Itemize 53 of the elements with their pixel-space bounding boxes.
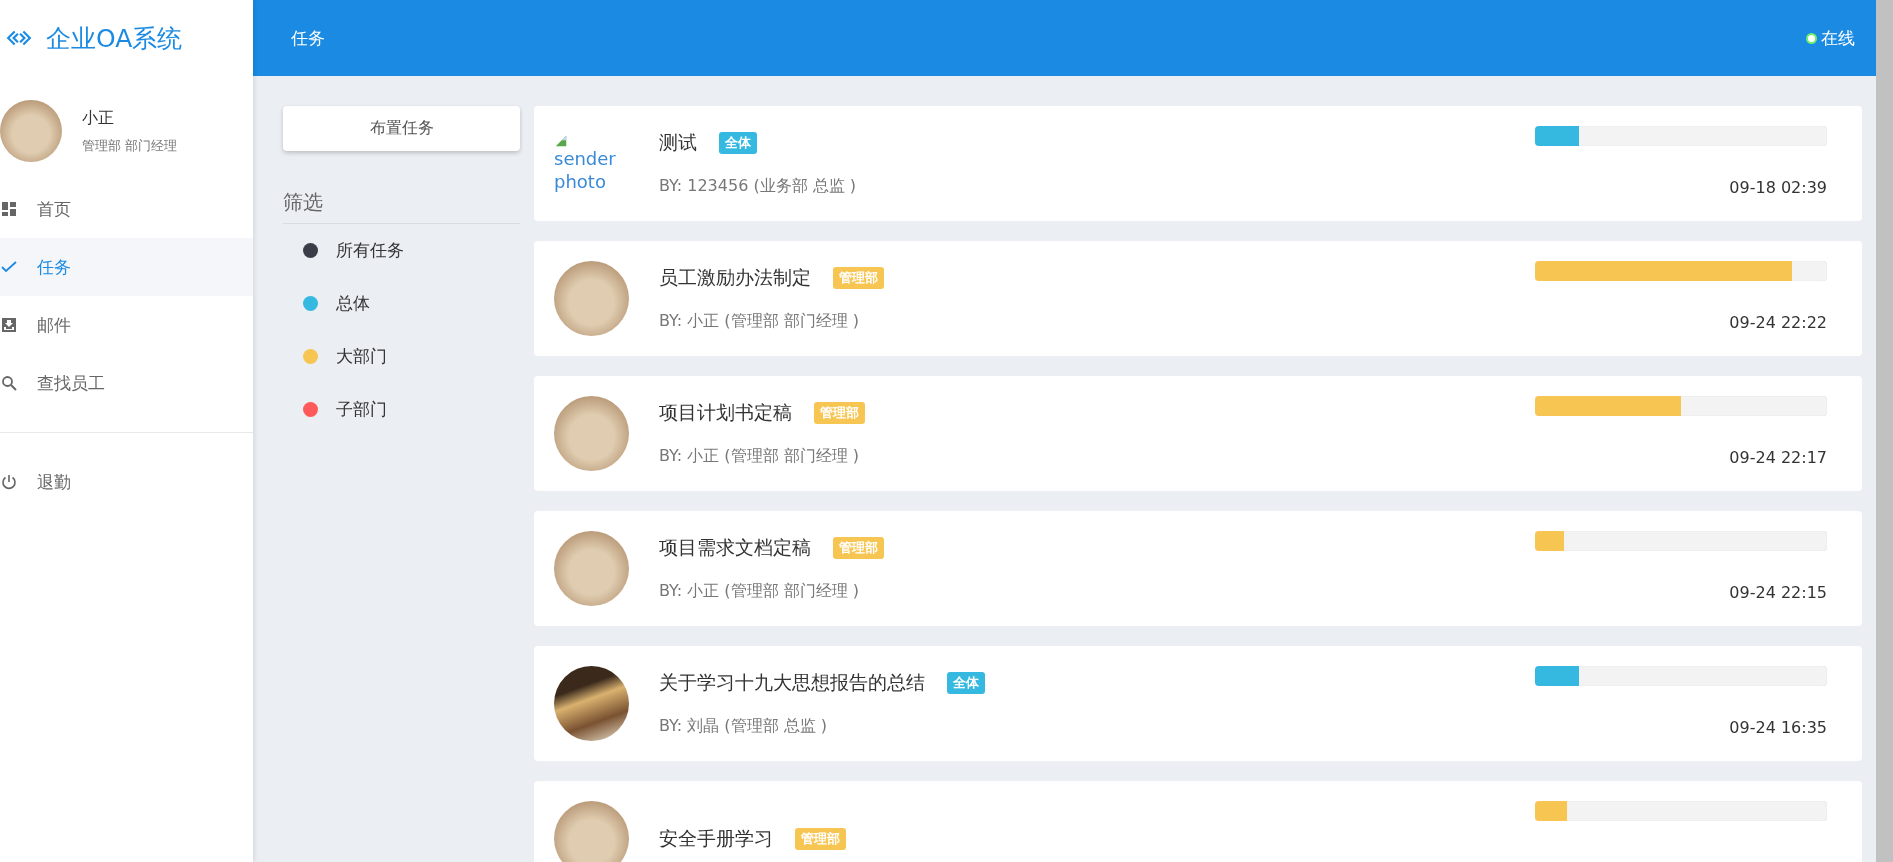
task-title: 关于学习十九大思想报告的总结 [659,670,925,695]
task-card[interactable]: 项目计划书定稿 管理部 BY: 小正 (管理部 部门经理 ) 09-24 22:17 [534,376,1862,491]
search-icon [1,375,17,391]
filter-item[interactable]: 大部门 [283,330,520,383]
user-name: 小正 [82,107,115,129]
task-card[interactable]: 员工激励办法制定 管理部 BY: 小正 (管理部 部门经理 ) 09-24 22:22 [534,241,1862,356]
online-status-icon [1806,32,1817,44]
task-card[interactable]: sender photo 测试 全体 BY: 123456 (业务部 总监 ) 09-18 02:39 [534,106,1862,221]
filter-item[interactable]: 所有任务 [283,224,520,277]
task-tag: 管理部 [833,537,884,559]
check-icon [1,259,17,275]
broken-image-icon [554,134,568,148]
task-time: 09-24 16:35 [1729,718,1827,737]
task-tag: 管理部 [833,267,884,289]
task-card[interactable]: 项目需求文档定稿 管理部 BY: 小正 (管理部 部门经理 ) 09-24 22:15 [534,511,1862,626]
task-author: BY: 小正 (管理部 部门经理 ) [659,311,860,332]
filter-heading: 筛选 [283,189,520,224]
scrollbar[interactable] [1876,0,1893,862]
task-author: BY: 刘晶 (管理部 总监 ) [659,716,828,737]
task-title: 项目计划书定稿 [659,400,792,425]
logo-icon [6,29,32,47]
page-title: 任务 [291,26,325,50]
task-title: 测试 [659,130,697,155]
assign-task-button[interactable]: 布置任务 [283,106,520,151]
task-tag: 管理部 [795,827,846,850]
task-card[interactable]: 关于学习十九大思想报告的总结 全体 BY: 刘晶 (管理部 总监 ) 09-24 16:35 [534,646,1862,761]
brand-title: 企业OA系统 [46,22,183,55]
task-time: 09-24 22:17 [1729,448,1827,467]
user-role: 管理部 部门经理 [82,136,178,155]
nav-item[interactable]: 邮件 [0,296,253,354]
task-author: BY: 小正 (管理部 部门经理 ) [659,581,860,602]
nav-item[interactable]: 首页 [0,180,253,238]
online-status: 在线 [1821,26,1855,50]
logout-item[interactable]: 退勤 [0,453,253,511]
task-time: 09-24 22:22 [1729,313,1827,332]
power-icon [1,474,17,490]
dashboard-icon [1,201,17,217]
task-title: 员工激励办法制定 [659,265,811,290]
task-tag: 全体 [719,132,757,154]
task-tag: 管理部 [814,402,865,424]
nav-item[interactable]: 查找员工 [0,354,253,412]
task-author: BY: 123456 (业务部 总监 ) [659,176,858,197]
filter-item[interactable]: 子部门 [283,383,520,436]
inbox-icon [1,317,17,333]
filter-item[interactable]: 总体 [283,277,520,330]
task-title: 项目需求文档定稿 [659,535,811,560]
task-card[interactable]: 安全手册学习 管理部 [534,781,1862,862]
image-alt-text: sender photo [554,148,616,193]
task-author: BY: 小正 (管理部 部门经理 ) [659,446,860,467]
task-title: 安全手册学习 [659,825,773,851]
task-tag: 全体 [947,672,985,694]
task-time: 09-18 02:39 [1729,178,1827,197]
task-time: 09-24 22:15 [1729,583,1827,602]
